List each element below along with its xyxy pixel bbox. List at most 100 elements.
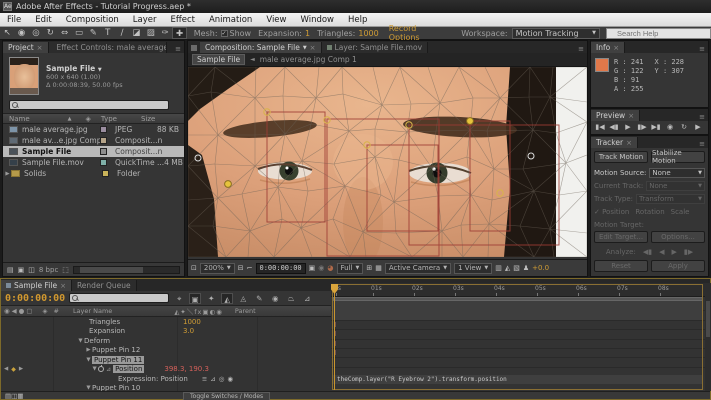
interpret-footage-icon[interactable]: ▤ [7,266,14,274]
roto-brush-tool-icon[interactable]: ✑ [158,27,172,39]
draft-3d-icon[interactable]: ✦ [205,293,217,304]
row-puppet-pin-11[interactable]: ▼ Puppet Pin 11 [1,355,331,365]
project-row-sample-file-mov[interactable]: Sample File.mov QuickTime ...4 MB [3,157,184,168]
expansion-value[interactable]: 1 [305,29,310,38]
breadcrumb-current-chip[interactable]: Sample File [192,54,245,65]
menu-composition[interactable]: Composition [59,15,126,25]
timeline-timecode[interactable]: 0:00:00:00 [5,293,65,304]
label-column-icon[interactable]: ◈ [42,307,47,315]
show-snapshot-icon[interactable]: ◉ [318,264,324,272]
panel-menu-icon[interactable]: ≡ [175,45,184,53]
hide-shy-layers-icon[interactable]: ◭ [221,293,233,304]
magnification-dropdown[interactable]: 200% ▼ [200,263,235,274]
close-icon[interactable]: × [626,139,632,147]
panel-menu-icon[interactable]: ≡ [699,45,708,53]
pixel-aspect-icon[interactable]: ▥ [495,264,502,272]
mask-visibility-icon[interactable]: ⌐ [247,264,253,272]
audio-mute-button[interactable]: ◉ [665,123,675,131]
type-tool-icon[interactable]: T [101,27,115,39]
pan-behind-tool-icon[interactable]: ⇔ [57,27,71,39]
reset-button[interactable]: Reset [594,260,648,272]
analyze-backward-button[interactable]: ◀ [659,248,664,256]
track-motion-button[interactable]: Track Motion [594,151,648,163]
twirl-icon[interactable]: ▼ [85,357,92,363]
project-search-input[interactable] [9,100,169,110]
tab-composition[interactable]: Composition: Sample File ▼ × [200,42,322,53]
twirl-icon[interactable]: ▼ [91,366,98,372]
expression-text[interactable]: theComp.layer("R Eyebrow 2").transform.p… [333,375,703,384]
project-row-sample-file[interactable]: Sample File Composit...n [3,146,184,157]
tab-preview[interactable]: Preview × [591,110,640,121]
safe-margins-icon[interactable]: ⊟ [238,264,244,272]
menu-effect[interactable]: Effect [164,15,202,25]
play-button[interactable]: ▶ [623,123,633,131]
motion-source-dropdown[interactable]: None ▼ [649,168,705,178]
row-deform[interactable]: ▼ Deform [1,336,331,346]
tab-layer[interactable]: Layer: Sample File.mov [322,42,428,53]
stabilize-motion-button[interactable]: Stabilize Motion [651,151,705,163]
bit-depth-label[interactable]: 8 bpc [39,266,58,274]
motion-blur-icon[interactable]: ✎ [253,293,265,304]
timeline-vscrollbar[interactable] [705,283,711,391]
keyframe-prev-icon[interactable]: ◀ [4,366,8,372]
close-icon[interactable]: × [628,112,634,120]
tab-effect-controls[interactable]: Effect Controls: male average.jpg [49,42,167,53]
menu-file[interactable]: File [0,15,28,25]
project-hscrollbar[interactable] [73,266,180,274]
keyframe-next-icon[interactable]: ▶ [19,366,23,372]
last-frame-button[interactable]: ▶▮ [651,123,661,131]
flowchart-icon[interactable]: ♟ [523,264,529,272]
label-chip[interactable] [102,170,109,177]
property-value[interactable]: 3.0 [183,327,194,335]
twirl-icon[interactable]: ▼ [77,338,84,344]
loop-button[interactable]: ↻ [679,123,689,131]
brush-tool-icon[interactable]: ∕ [115,27,129,39]
apply-button[interactable]: Apply [651,260,705,272]
auto-keyframe-icon[interactable]: ⏢ [285,293,297,304]
label-column-icon[interactable]: ◈ [86,115,91,123]
help-search-input[interactable] [606,28,711,39]
current-track-dropdown[interactable]: None ▼ [646,181,705,191]
expression-field[interactable]: theComp.layer("R Eyebrow 2").transform.p… [333,375,703,384]
composition-viewer[interactable] [188,67,587,257]
menu-view[interactable]: View [259,15,293,25]
panel-menu-icon[interactable]: ≡ [699,140,708,148]
analyze-forward-frame-button[interactable]: ▮▶ [684,248,693,256]
row-expression[interactable]: Expression: Position ≡⊿◎◉ [1,374,331,384]
row-triangles[interactable]: Triangles 1000 [1,317,331,327]
project-row-solids[interactable]: ▶ Solids Folder [3,168,184,179]
close-icon[interactable]: × [310,44,316,52]
comp-timecode[interactable]: 0:00:00:00 [256,263,306,274]
workspace-dropdown[interactable]: Motion Tracking ▼ [512,28,600,39]
graph-editor-icon[interactable]: ⊿ [301,293,313,304]
footage-name[interactable]: Sample File ▼ [46,64,123,73]
expression-switch-icons[interactable]: ≡⊿◎◉ [202,375,236,383]
row-puppet-pin-12[interactable]: ▶ Puppet Pin 12 [1,346,331,356]
panel-menu-icon[interactable]: ≡ [578,45,587,53]
column-type[interactable]: Type [101,115,117,123]
live-update-icon[interactable]: ▣ [189,293,201,304]
graph-icon[interactable]: ⊿ [106,366,111,373]
edit-target-button[interactable]: Edit Target... [594,231,648,243]
exposure-value[interactable]: +0.0 [532,264,549,272]
column-name[interactable]: Name [3,115,30,123]
rotation-checkbox[interactable]: Rotation [635,208,664,216]
property-value[interactable]: 1000 [183,318,201,326]
label-chip[interactable] [100,148,107,155]
tab-project[interactable]: Project × [3,42,49,53]
twirl-icon[interactable]: ▶ [85,347,92,353]
tab-info[interactable]: Info × [591,42,625,53]
label-chip[interactable] [100,126,107,133]
new-composition-icon[interactable]: ◫ [28,266,35,274]
menu-help[interactable]: Help [341,15,374,25]
playhead-line[interactable] [334,284,335,390]
trash-icon[interactable]: ⬚ [62,266,69,274]
close-icon[interactable]: × [37,44,43,52]
pen-tool-icon[interactable]: ✎ [86,27,100,39]
options-button[interactable]: Options... [651,231,705,243]
label-chip[interactable] [100,159,107,166]
timeline-track-area[interactable]: 0s 01s 02s 03s 04s 05s 06s 07s 08s [331,283,705,391]
always-preview-icon[interactable]: ⊡ [191,264,197,272]
menu-edit[interactable]: Edit [28,15,58,25]
position-checkbox[interactable]: ✓ Position [594,208,629,216]
